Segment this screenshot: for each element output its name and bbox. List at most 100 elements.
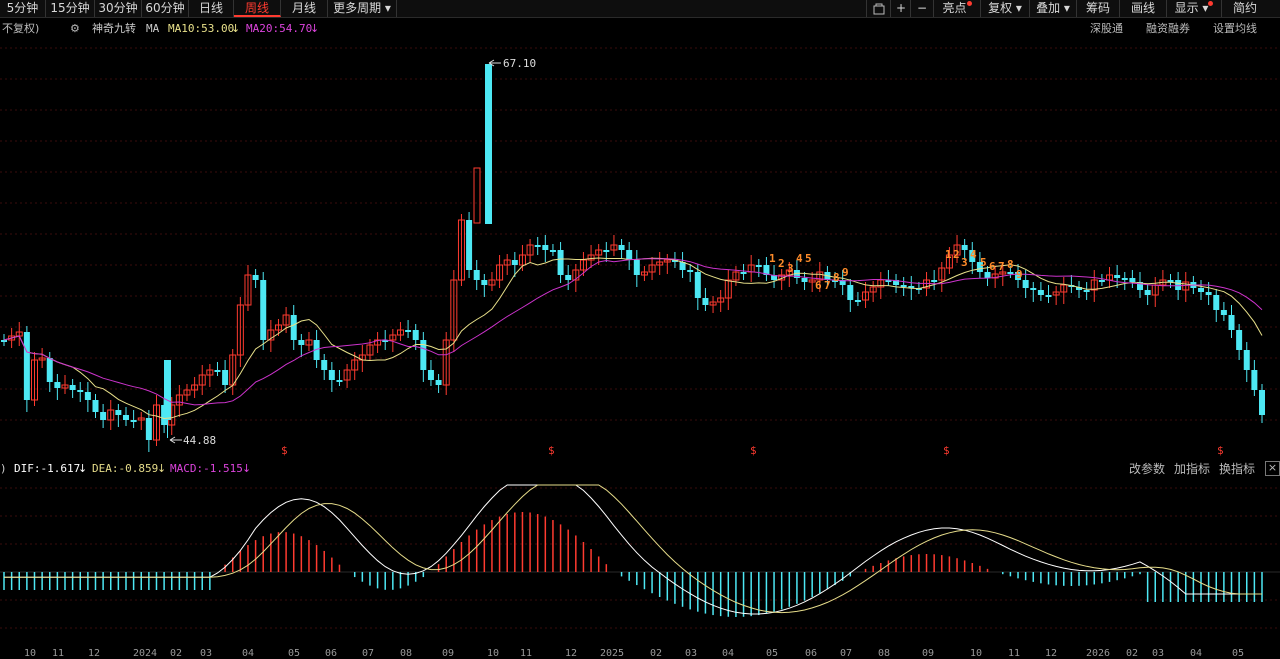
tab-5min[interactable]: 5分钟 xyxy=(0,0,46,17)
candle-down xyxy=(336,380,343,382)
candle-down xyxy=(511,260,518,265)
candle-down xyxy=(405,330,412,332)
candle-down xyxy=(1259,390,1265,415)
switch-indicator-button[interactable]: 换指标 xyxy=(1219,458,1255,480)
candle-down xyxy=(694,272,701,298)
candle-down xyxy=(69,385,76,390)
tab-30min[interactable]: 30分钟 xyxy=(95,0,142,17)
candle-down xyxy=(92,400,99,412)
candle-down xyxy=(1,340,7,342)
candle-down xyxy=(931,280,938,282)
tab-weekly[interactable]: 周线 xyxy=(234,0,281,17)
x-axis-tick: 03 xyxy=(1152,648,1165,659)
x-axis-tick: 10 xyxy=(487,648,500,659)
x-axis-tick: 11 xyxy=(520,648,533,659)
candle-down xyxy=(755,265,762,267)
candle-down xyxy=(481,280,488,285)
candle-down xyxy=(290,315,297,340)
candle-down xyxy=(542,245,549,250)
candlestick-chart[interactable] xyxy=(0,40,1280,458)
restore-rights-button[interactable]: 复权 ▾ xyxy=(980,0,1029,17)
gear-icon[interactable]: ⚙ xyxy=(70,18,80,40)
x-axis: 10 11 12 2024 02 03 04 05 06 07 08 09 10 11 12 2025 02 03… xyxy=(0,648,1280,659)
change-params-button[interactable]: 改参数 xyxy=(1129,458,1165,480)
candle-down xyxy=(1220,310,1227,315)
ma-label: MA xyxy=(146,22,160,35)
adjust-mode[interactable]: 不复权) xyxy=(2,18,39,40)
tab-daily[interactable]: 日线 xyxy=(189,0,234,17)
top-toolbar: 5分钟 15分钟 30分钟 60分钟 日线 周线 月线 更多周期 ▾ + − 亮… xyxy=(0,0,1280,18)
candle-down xyxy=(427,370,434,380)
candle-down xyxy=(435,380,442,385)
candle-down xyxy=(1144,290,1151,295)
candle-down xyxy=(122,415,129,420)
x-axis-tick: 04 xyxy=(242,648,255,659)
display-button[interactable]: 显示 ▾ xyxy=(1166,0,1221,17)
candle-down xyxy=(565,275,572,280)
candle-down xyxy=(976,262,983,272)
link-margin-trading[interactable]: 融资融券 xyxy=(1146,18,1190,40)
candle-down xyxy=(740,272,747,274)
candle-down xyxy=(1007,272,1014,274)
highlight-label: 亮点 xyxy=(942,1,967,15)
notification-dot xyxy=(966,1,972,6)
macd-chart[interactable] xyxy=(0,480,1280,648)
tab-monthly[interactable]: 月线 xyxy=(281,0,328,17)
highlight-button[interactable]: 亮点 xyxy=(933,0,980,17)
candle-down xyxy=(1167,280,1174,282)
chips-button[interactable]: 筹码 xyxy=(1076,0,1119,17)
candle-down xyxy=(1098,280,1105,282)
link-shenzhen-connect[interactable]: 深股通 xyxy=(1090,18,1123,40)
candle-down xyxy=(1175,280,1182,290)
indicator-name[interactable]: 神奇九转 xyxy=(92,18,136,40)
close-icon[interactable]: × xyxy=(1265,461,1280,476)
ma10-value: MA10:53.00 xyxy=(168,22,235,35)
candle-down xyxy=(222,370,229,385)
candle-down xyxy=(702,298,709,305)
zoom-in-icon[interactable]: + xyxy=(890,0,911,17)
candle-down xyxy=(603,250,610,252)
x-axis-tick: 12 xyxy=(1045,648,1058,659)
dif-value: DIF:-1.617 xyxy=(14,462,81,475)
notification-dot xyxy=(1208,1,1214,6)
x-axis-tick: 10 xyxy=(24,648,37,659)
candle-down xyxy=(1251,370,1258,390)
info-bar: 不复权) ⚙ 神奇九转 MA MA10:53.00 ↓ MA20:54.70 ↓… xyxy=(0,18,1280,40)
arrow-down-icon: ↓ xyxy=(310,22,320,35)
candle-down xyxy=(466,220,473,270)
x-axis-tick: 02 xyxy=(170,648,183,659)
add-indicator-button[interactable]: 加指标 xyxy=(1174,458,1210,480)
candle-down xyxy=(298,340,305,345)
x-axis-tick: 11 xyxy=(52,648,65,659)
x-axis-tick: 10 xyxy=(970,648,983,659)
zoom-out-icon[interactable]: − xyxy=(910,0,933,17)
candle-down xyxy=(549,250,556,252)
link-set-ma[interactable]: 设置均线 xyxy=(1213,18,1257,40)
paren-mark: ) xyxy=(0,462,7,475)
arrow-down-icon: ↓ xyxy=(157,462,167,475)
tab-60min[interactable]: 60分钟 xyxy=(142,0,189,17)
candle-down xyxy=(100,412,107,420)
candle-down xyxy=(412,330,419,340)
macd-value: MACD:-1.515 xyxy=(170,462,243,475)
ma20-value: MA20:54.70 xyxy=(246,22,313,35)
x-axis-tick: 03 xyxy=(200,648,213,659)
x-axis-tick: 05 xyxy=(766,648,779,659)
x-axis-tick: 08 xyxy=(878,648,891,659)
candle-down xyxy=(1015,272,1022,280)
candle-down xyxy=(1243,350,1250,370)
x-axis-tick: 06 xyxy=(805,648,818,659)
candle-down xyxy=(485,64,492,224)
x-axis-tick: 06 xyxy=(325,648,338,659)
tab-15min[interactable]: 15分钟 xyxy=(46,0,95,17)
candle-down xyxy=(961,245,968,250)
candle-down xyxy=(633,260,640,275)
x-axis-tick: 11 xyxy=(1008,648,1021,659)
x-axis-tick: 2026 xyxy=(1086,648,1111,659)
simple-mode-button[interactable]: 简约 xyxy=(1221,0,1268,17)
overlay-button[interactable]: 叠加 ▾ xyxy=(1029,0,1076,17)
tab-more-periods[interactable]: 更多周期 ▾ xyxy=(328,0,397,17)
lock-icon[interactable] xyxy=(866,0,891,17)
draw-line-button[interactable]: 画线 xyxy=(1119,0,1166,17)
x-axis-tick: 02 xyxy=(1126,648,1139,659)
